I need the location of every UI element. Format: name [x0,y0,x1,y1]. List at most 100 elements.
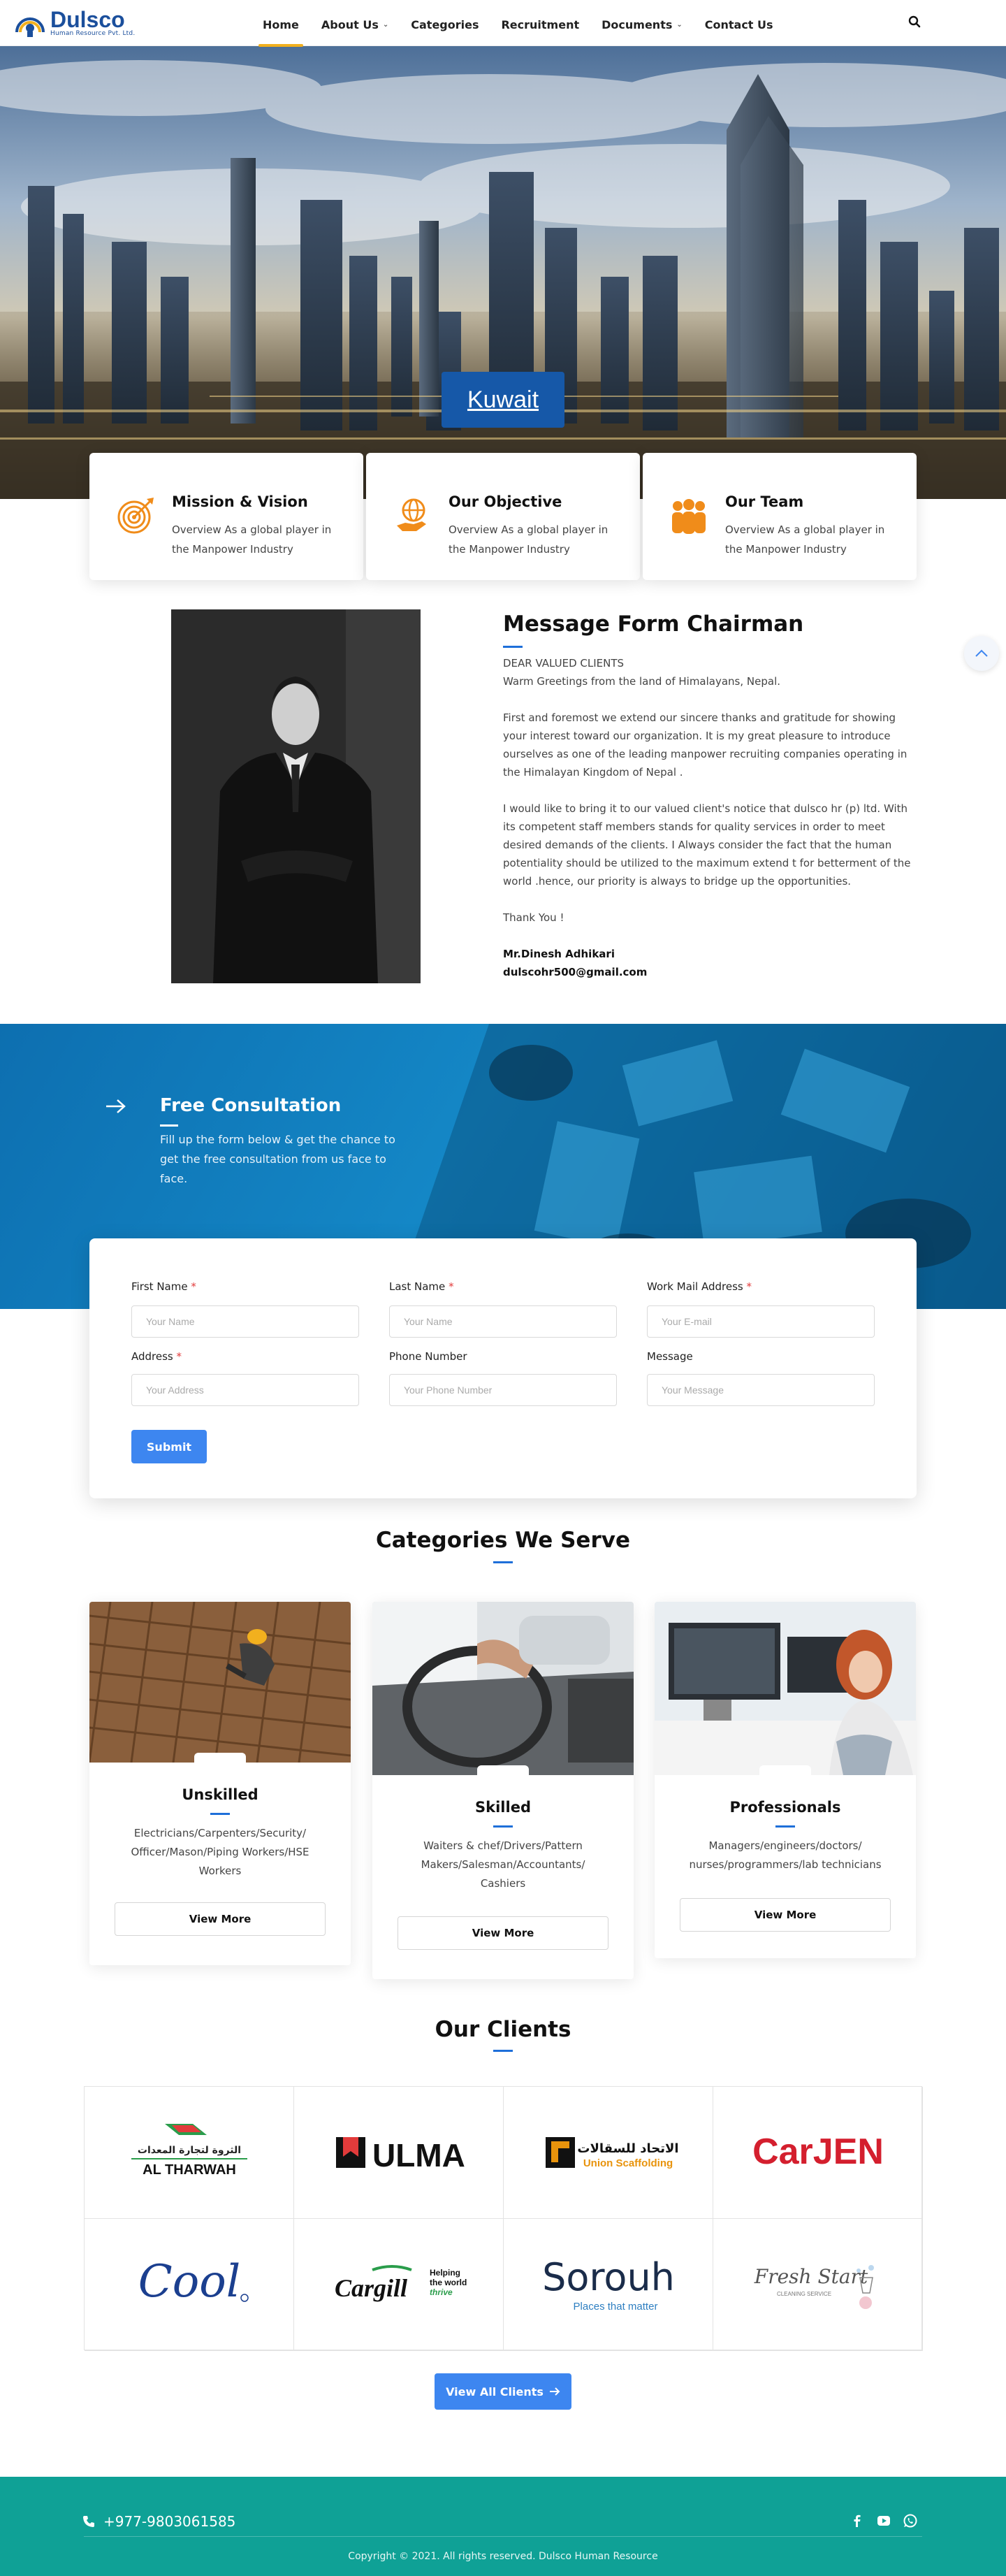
globe-hand-icon [397,498,426,531]
nav-item-documents[interactable]: Documents ⌄ [602,18,683,31]
phone-number: +977-9803061585 [103,2513,236,2530]
target-icon [117,498,154,534]
work-mail-input[interactable] [647,1305,875,1338]
title-underline [160,1124,178,1127]
feature-title: Our Objective [449,493,562,510]
nav-item-home[interactable]: Home [258,18,303,47]
chevron-down-icon: ⌄ [676,21,683,29]
last-name-label: Last Name * [389,1280,454,1293]
card-tab [477,1765,529,1775]
cargill-name: Cargill [335,2274,407,2302]
feature-card-mission: Mission & Vision Overview As a global pl… [89,453,363,580]
clients-title: Our Clients [435,2017,571,2042]
site-header: Dulsco Human Resource Pvt. Ltd. Home Abo… [0,0,1006,47]
category-card-unskilled: Unskilled Electricians/Carpenters/Securi… [89,1602,351,1965]
feature-text: Overview As a global player in the Manpo… [449,523,608,556]
client-logo-al-tharwah[interactable]: الثروة لتجارة المعدات AL THARWAH [85,2087,294,2219]
last-name-input[interactable] [389,1305,617,1338]
feature-card-objective: Our Objective Overview As a global playe… [366,453,640,580]
facebook-icon[interactable] [850,2513,865,2528]
button-label: View All Clients [446,2385,544,2398]
nav-label: Contact Us [704,18,773,31]
nav-item-categories[interactable]: Categories [411,18,479,31]
youtube-icon[interactable] [876,2513,891,2528]
view-more-button[interactable]: View More [115,1902,326,1936]
sorouh-name: Sorouh [542,2255,675,2299]
card-tab [759,1765,811,1775]
message-input[interactable] [647,1374,875,1406]
client-logo-carjen[interactable]: CarJEN [713,2087,923,2219]
category-card-professionals: Professionals Managers/engineers/doctors… [655,1602,916,1958]
client-logo-ulma[interactable]: ULMA [294,2087,504,2219]
arrow-right-icon [106,1099,126,1113]
client-logo-fresh-start[interactable]: Fresh Start CLEANING SERVICE [713,2219,923,2351]
category-title: Skilled [475,1799,531,1816]
nav-item-recruitment[interactable]: Recruitment [501,18,579,31]
logo-mark-icon [14,8,46,38]
scroll-top-button[interactable] [964,636,999,671]
chevron-down-icon: ⌄ [382,21,389,29]
city-skyline-image [0,46,1006,499]
cargill-tagline-1: Helping [430,2268,460,2278]
driver-image [372,1602,634,1775]
nav-label: Categories [411,18,479,31]
category-title: Professionals [729,1799,841,1816]
brand-logo[interactable]: Dulsco Human Resource Pvt. Ltd. [14,8,135,38]
view-more-button[interactable]: View More [680,1898,891,1932]
union-arabic: الاتحاد للسقالات [577,2141,678,2156]
title-underline [775,1825,795,1828]
feature-text: Overview As a global player in the Manpo… [172,523,332,556]
address-label: Address * [131,1350,182,1363]
cargill-tagline-3: thrive [430,2287,453,2297]
message-paragraph-2: I would like to bring it to our valued c… [503,802,911,888]
chairman-message: DEAR VALUED CLIENTS Warm Greetings from … [503,654,919,981]
category-desc: Waiters & chef/Drivers/Pattern Makers/Sa… [421,1839,585,1890]
chairman-title: Message Form Chairman [503,612,804,637]
brand-tagline: Human Resource Pvt. Ltd. [50,30,136,37]
brand-name: Dulsco [50,7,125,32]
phone-icon [83,2516,94,2527]
site-footer: +977-9803061585 Copyright © 2021. All ri… [0,2477,1006,2576]
main-nav: Home About Us ⌄ Categories Recruitment Do… [258,18,796,47]
submit-button[interactable]: Submit [131,1430,207,1463]
greeting: Warm Greetings from the land of Himalaya… [503,675,781,688]
office-professional-image [655,1602,916,1775]
address-input[interactable] [131,1374,359,1406]
title-underline [493,1561,513,1563]
chairman-name: Mr.Dinesh Adhikari [503,948,615,960]
title-underline [503,646,523,648]
client-logo-cool[interactable]: Cool [85,2219,294,2351]
nav-item-about[interactable]: About Us ⌄ [321,18,388,31]
whatsapp-icon[interactable] [903,2513,918,2528]
cargill-tagline-2: the world [430,2278,467,2287]
title-underline [210,1813,230,1815]
union-name: Union Scaffolding [583,2157,672,2169]
altharwah-name: AL THARWAH [143,2162,236,2178]
altharwah-arabic: الثروة لتجارة المعدات [137,2145,240,2156]
consultation-form: First Name * Last Name * Work Mail Addre… [89,1238,917,1498]
client-logo-cargill[interactable]: Cargill Helping the world thrive [294,2219,504,2351]
work-mail-label: Work Mail Address * [647,1280,752,1293]
phone-label: Phone Number [389,1350,467,1363]
nav-label: Recruitment [501,18,580,31]
footer-phone[interactable]: +977-9803061585 [82,2513,235,2530]
view-more-button[interactable]: View More [398,1916,608,1950]
chairman-photo [171,609,421,983]
category-card-skilled: Skilled Waiters & chef/Drivers/Pattern M… [372,1602,634,1979]
client-logo-sorouh[interactable]: Sorouh Places that matter [504,2219,713,2351]
category-desc: Electricians/Carpenters/Security/ Office… [131,1827,309,1877]
client-logo-union-scaffolding[interactable]: الاتحاد للسقالات Union Scaffolding [504,2087,713,2219]
construction-worker-image [89,1602,351,1763]
chairman-email[interactable]: dulscohr500@gmail.com [503,963,919,981]
nav-item-contact[interactable]: Contact Us [705,18,773,31]
category-desc: Managers/engineers/doctors/ nurses/progr… [689,1839,882,1871]
first-name-input[interactable] [131,1305,359,1338]
nav-label: About Us [321,18,379,31]
view-all-clients-button[interactable]: View All Clients [435,2373,571,2410]
category-title: Unskilled [182,1786,258,1803]
location-button[interactable]: Kuwait [442,372,564,428]
phone-input[interactable] [389,1374,617,1406]
search-icon[interactable] [908,15,921,28]
title-underline [493,2050,513,2052]
ulma-name: ULMA [372,2137,465,2173]
